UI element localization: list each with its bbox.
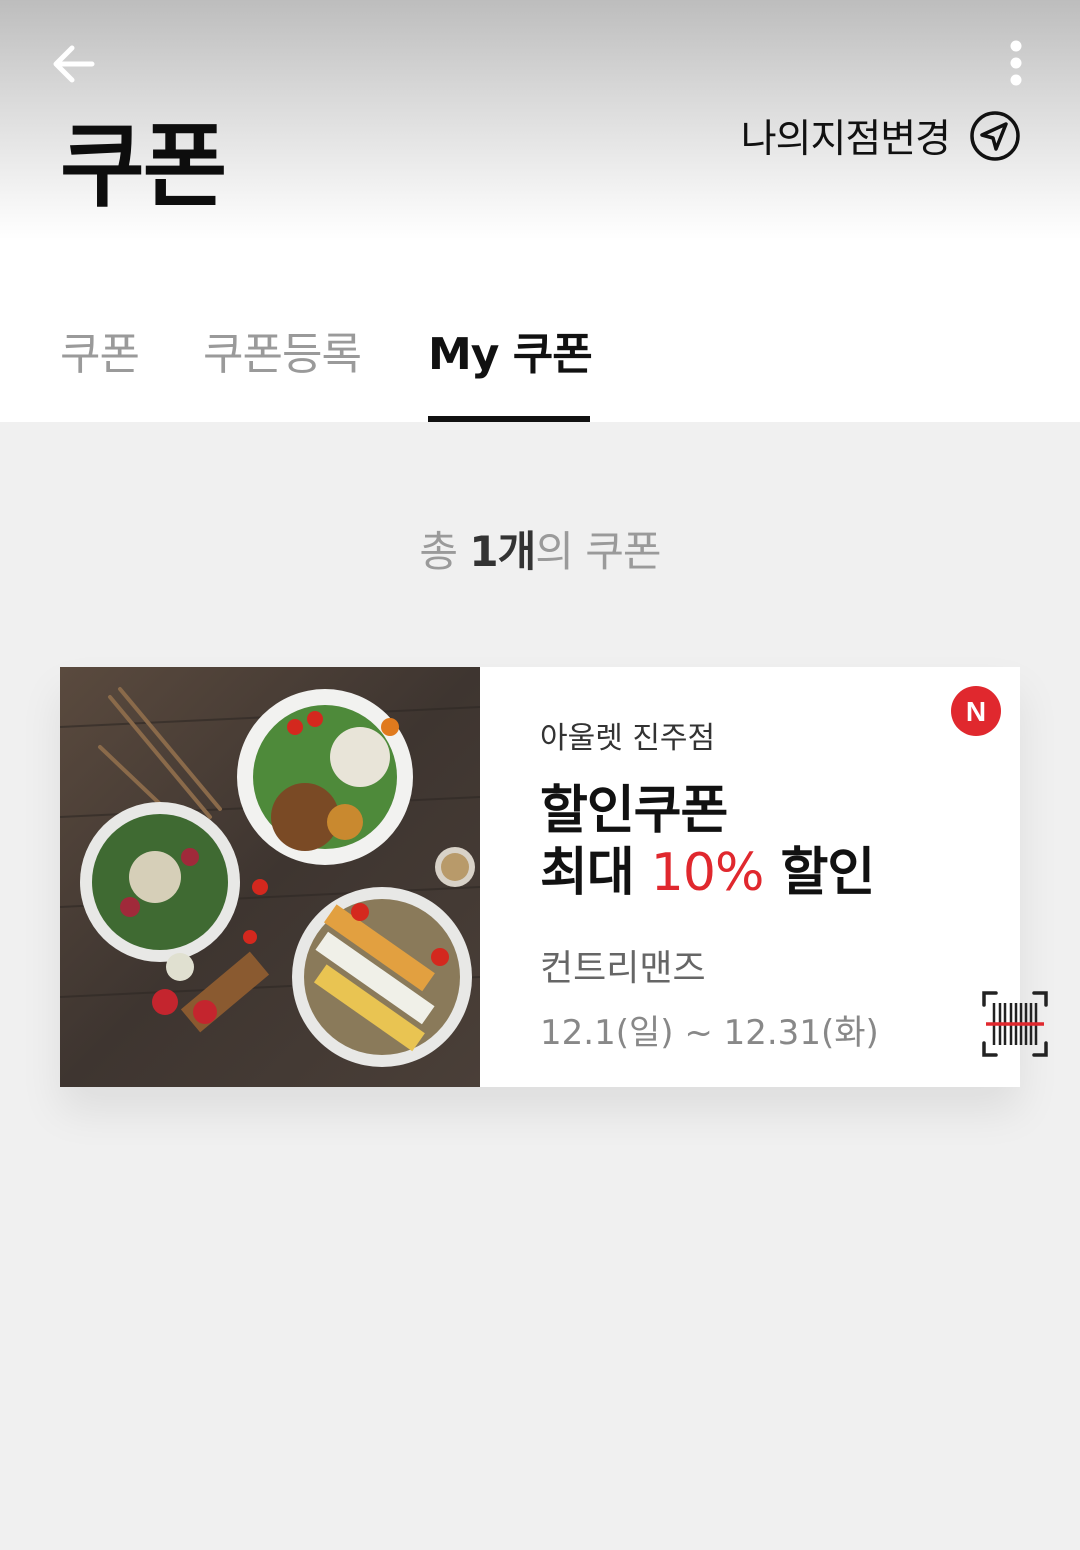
coupon-title: 할인쿠폰 (540, 781, 728, 841)
discount-value: 10% (650, 843, 765, 903)
more-vertical-icon (1010, 40, 1022, 86)
app-header: 쿠폰 나의지점변경 (0, 0, 1080, 240)
back-button[interactable] (44, 36, 104, 92)
tab-coupon-register[interactable]: 쿠폰등록 (203, 318, 362, 382)
barcode-scan-icon (982, 991, 1048, 1057)
tab-my-coupon[interactable]: My 쿠폰 (428, 318, 593, 382)
coupon-food-image (60, 667, 480, 1087)
branch-change-label: 나의지점변경 (740, 117, 951, 162)
tab-bar: 쿠폰 쿠폰등록 My 쿠폰 (0, 240, 1080, 422)
coupon-count: 총 1개의 쿠폰 (0, 518, 1080, 579)
barcode-button[interactable] (980, 989, 1050, 1059)
tab-coupon[interactable]: 쿠폰 (60, 318, 140, 382)
navigation-icon (970, 111, 1020, 161)
new-badge-label: N (966, 696, 986, 727)
new-badge: N (950, 685, 1002, 737)
branch-change-button[interactable]: 나의지점변경 (741, 106, 1022, 166)
page-title: 쿠폰 (60, 113, 227, 220)
more-options-button[interactable] (996, 36, 1036, 92)
coupon-details: 아울렛 진주점 N 할인쿠폰 최대 10% 할인 컨트리맨즈 12.1(일) ~… (480, 667, 1048, 1087)
arrow-left-icon (53, 45, 95, 83)
coupon-branch: 아울렛 진주점 (540, 721, 716, 756)
count-prefix: 총 (419, 527, 458, 576)
discount-prefix: 최대 (540, 843, 635, 903)
count-suffix: 의 쿠폰 (535, 527, 661, 576)
coupon-brand: 컨트리맨즈 (540, 948, 706, 989)
active-tab-indicator (428, 416, 590, 422)
discount-suffix: 할인 (780, 843, 875, 903)
coupon-discount: 최대 10% 할인 (540, 843, 875, 903)
coupon-card[interactable]: 아울렛 진주점 N 할인쿠폰 최대 10% 할인 컨트리맨즈 12.1(일) ~… (60, 667, 1048, 1087)
count-value: 1개 (469, 527, 536, 576)
coupon-period: 12.1(일) ~ 12.31(화) (540, 1013, 879, 1053)
